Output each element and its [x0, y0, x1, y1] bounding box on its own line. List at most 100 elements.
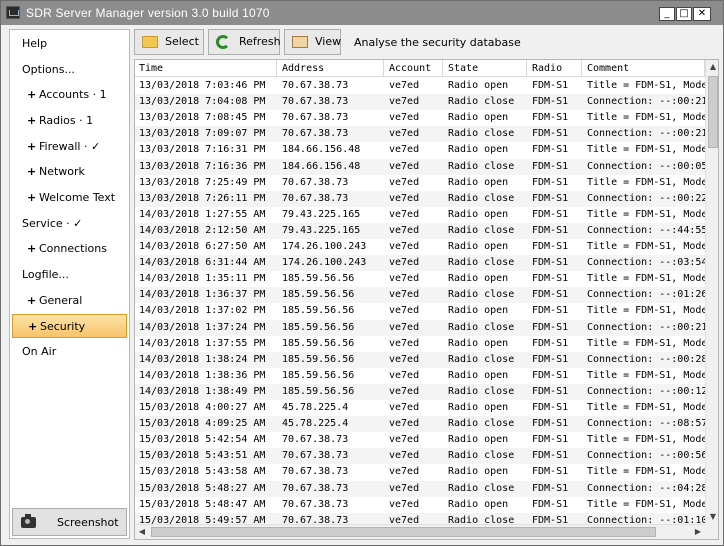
- table-cell: 13/03/2018 7:08:45 PM: [139, 112, 266, 124]
- sidebar-item[interactable]: + Connections: [12, 237, 127, 261]
- table-row[interactable]: 13/03/2018 7:25:49 PM 70.67.38.73 ve7ed Rad…: [135, 175, 705, 191]
- table-cell: FDM-S1: [532, 498, 569, 510]
- table-row[interactable]: 13/03/2018 7:09:07 PM 70.67.38.73 ve7ed Rad…: [135, 126, 705, 143]
- vertical-scrollbar[interactable]: ▲ ▼: [705, 60, 718, 524]
- table-body[interactable]: 13/03/2018 7:03:46 PM 70.67.38.73 ve7ed Rad…: [135, 78, 705, 524]
- sidebar-item[interactable]: On Air: [12, 340, 127, 364]
- sidebar-item[interactable]: + Radios · 1: [12, 109, 127, 133]
- table-row[interactable]: 14/03/2018 1:36:37 PM 185.59.56.56 ve7ed Ra…: [135, 287, 705, 304]
- close-button[interactable]: ✕: [693, 7, 711, 21]
- table-cell: Connection: --:01:10: [587, 514, 705, 524]
- table-cell: Radio close: [448, 128, 515, 140]
- table-cell: Connection: --:44:55: [587, 224, 705, 236]
- maximize-button[interactable]: □: [676, 7, 692, 21]
- sidebar-item[interactable]: Help: [12, 32, 127, 56]
- scroll-left-icon[interactable]: ◀: [135, 525, 149, 539]
- view-icon: [292, 36, 308, 48]
- table-cell: Radio open: [448, 402, 509, 413]
- table-cell: 14/03/2018 1:37:24 PM: [139, 321, 266, 333]
- table-cell: ve7ed: [389, 80, 420, 91]
- table-row[interactable]: 15/03/2018 5:42:54 AM 70.67.38.73 ve7ed Rad…: [135, 432, 705, 448]
- table-cell: ve7ed: [389, 337, 420, 349]
- column-header[interactable]: Time: [135, 60, 277, 77]
- table-cell: Title = FDM-S1, Mode: [587, 369, 705, 381]
- sidebar-item[interactable]: + Accounts · 1: [12, 83, 127, 107]
- table-cell: 15/03/2018 5:43:58 AM: [139, 466, 266, 478]
- table-row[interactable]: 13/03/2018 7:04:08 PM 70.67.38.73 ve7ed Rad…: [135, 94, 705, 111]
- refresh-label: Refresh: [239, 35, 281, 48]
- table-row[interactable]: 13/03/2018 7:03:46 PM 70.67.38.73 ve7ed Rad…: [135, 78, 705, 94]
- horizontal-scroll-thumb[interactable]: [151, 527, 656, 537]
- table-row[interactable]: 15/03/2018 4:09:25 AM 45.78.225.4 ve7ed Rad…: [135, 416, 705, 433]
- sidebar-item[interactable]: + Security: [12, 314, 127, 338]
- table-row[interactable]: 13/03/2018 7:16:36 PM 184.66.156.48 ve7ed R…: [135, 158, 705, 175]
- sidebar-item[interactable]: Logfile...: [12, 263, 127, 287]
- table-row[interactable]: 15/03/2018 5:49:57 AM 70.67.38.73 ve7ed Rad…: [135, 512, 705, 524]
- table-cell: Radio open: [448, 112, 509, 124]
- security-log-table[interactable]: Time Address Account State Radio Comment 13/0…: [134, 59, 719, 540]
- column-header[interactable]: Address: [278, 60, 384, 77]
- column-header[interactable]: State: [444, 60, 527, 77]
- table-row[interactable]: 15/03/2018 5:48:47 AM 70.67.38.73 ve7ed Rad…: [135, 497, 705, 513]
- screenshot-button[interactable]: Screenshot: [12, 508, 127, 536]
- table-row[interactable]: 15/03/2018 5:48:27 AM 70.67.38.73 ve7ed Rad…: [135, 480, 705, 497]
- column-header[interactable]: Account: [385, 60, 443, 77]
- sidebar-item[interactable]: + General: [12, 289, 127, 313]
- table-row[interactable]: 15/03/2018 5:43:51 AM 70.67.38.73 ve7ed Rad…: [135, 448, 705, 465]
- table-row[interactable]: 14/03/2018 1:38:36 PM 185.59.56.56 ve7ed Ra…: [135, 368, 705, 384]
- sidebar-item[interactable]: + Network: [12, 160, 127, 184]
- table-row[interactable]: 13/03/2018 7:08:45 PM 70.67.38.73 ve7ed Rad…: [135, 110, 705, 126]
- sidebar-item[interactable]: + Firewall · ✓: [12, 135, 127, 159]
- table-row[interactable]: 14/03/2018 2:12:50 AM 79.43.225.165 ve7ed R…: [135, 222, 705, 239]
- minimize-button[interactable]: _: [659, 7, 675, 21]
- table-cell: Connection: --:00:21: [587, 321, 705, 333]
- table-cell: Title = FDM-S1, Mode: [587, 80, 705, 91]
- column-header[interactable]: Radio: [528, 60, 582, 77]
- table-row[interactable]: 15/03/2018 4:00:27 AM 45.78.225.4 ve7ed Rad…: [135, 400, 705, 416]
- scroll-up-icon[interactable]: ▲: [706, 60, 718, 74]
- table-cell: Radio open: [448, 498, 509, 510]
- sidebar-item-label: Logfile...: [22, 268, 69, 281]
- title-bar[interactable]: SDR Server Manager version 3.0 build 107…: [1, 1, 723, 25]
- table-row[interactable]: 14/03/2018 6:27:50 AM 174.26.100.243 ve7ed…: [135, 239, 705, 255]
- table-row[interactable]: 14/03/2018 6:31:44 AM 174.26.100.243 ve7ed…: [135, 255, 705, 272]
- view-button[interactable]: View: [284, 29, 341, 55]
- sidebar-item[interactable]: + Welcome Text: [12, 186, 127, 210]
- table-cell: FDM-S1: [532, 402, 569, 413]
- table-row[interactable]: 13/03/2018 7:26:11 PM 70.67.38.73 ve7ed Rad…: [135, 190, 705, 207]
- select-button[interactable]: Select: [134, 29, 204, 55]
- horizontal-scrollbar[interactable]: ◀ ▶: [135, 524, 705, 539]
- table-cell: Connection: --:00:22: [587, 192, 705, 204]
- table-cell: ve7ed: [389, 224, 420, 236]
- table-cell: ve7ed: [389, 96, 420, 108]
- table-cell: 15/03/2018 5:48:27 AM: [139, 482, 266, 494]
- table-cell: ve7ed: [389, 385, 420, 397]
- sidebar-item[interactable]: Service · ✓: [12, 212, 127, 236]
- table-row[interactable]: 14/03/2018 1:38:49 PM 185.59.56.56 ve7ed Ra…: [135, 383, 705, 400]
- table-cell: Title = FDM-S1, Mode: [587, 337, 705, 349]
- table-cell: ve7ed: [389, 257, 420, 269]
- table-row[interactable]: 13/03/2018 7:16:31 PM 184.66.156.48 ve7ed R…: [135, 142, 705, 158]
- sidebar-item[interactable]: Options...: [12, 58, 127, 82]
- table-cell: ve7ed: [389, 434, 420, 446]
- expand-plus-icon: +: [27, 88, 37, 101]
- table-row[interactable]: 14/03/2018 1:37:02 PM 185.59.56.56 ve7ed Ra…: [135, 303, 705, 319]
- scroll-down-icon[interactable]: ▼: [706, 510, 718, 524]
- table-row[interactable]: 14/03/2018 1:38:24 PM 185.59.56.56 ve7ed Ra…: [135, 351, 705, 368]
- table-row[interactable]: 14/03/2018 1:37:55 PM 185.59.56.56 ve7ed Ra…: [135, 336, 705, 352]
- table-cell: 13/03/2018 7:16:31 PM: [139, 144, 266, 156]
- sidebar-item-label: Security: [40, 320, 86, 333]
- refresh-button[interactable]: Refresh: [208, 29, 281, 55]
- table-row[interactable]: 15/03/2018 5:43:58 AM 70.67.38.73 ve7ed Rad…: [135, 464, 705, 480]
- column-header[interactable]: Comment: [583, 60, 705, 77]
- vertical-scroll-thumb[interactable]: [708, 76, 718, 148]
- table-row[interactable]: 14/03/2018 1:37:24 PM 185.59.56.56 ve7ed Ra…: [135, 319, 705, 336]
- table-cell: 14/03/2018 1:37:02 PM: [139, 305, 266, 317]
- table-cell: FDM-S1: [532, 305, 569, 317]
- scroll-right-icon[interactable]: ▶: [691, 525, 705, 539]
- table-cell: FDM-S1: [532, 385, 569, 397]
- table-row[interactable]: 14/03/2018 1:35:11 PM 185.59.56.56 ve7ed Ra…: [135, 271, 705, 287]
- table-cell: 14/03/2018 1:27:55 AM: [139, 208, 266, 220]
- table-row[interactable]: 14/03/2018 1:27:55 AM 79.43.225.165 ve7ed R…: [135, 207, 705, 223]
- table-cell: 174.26.100.243: [282, 241, 367, 252]
